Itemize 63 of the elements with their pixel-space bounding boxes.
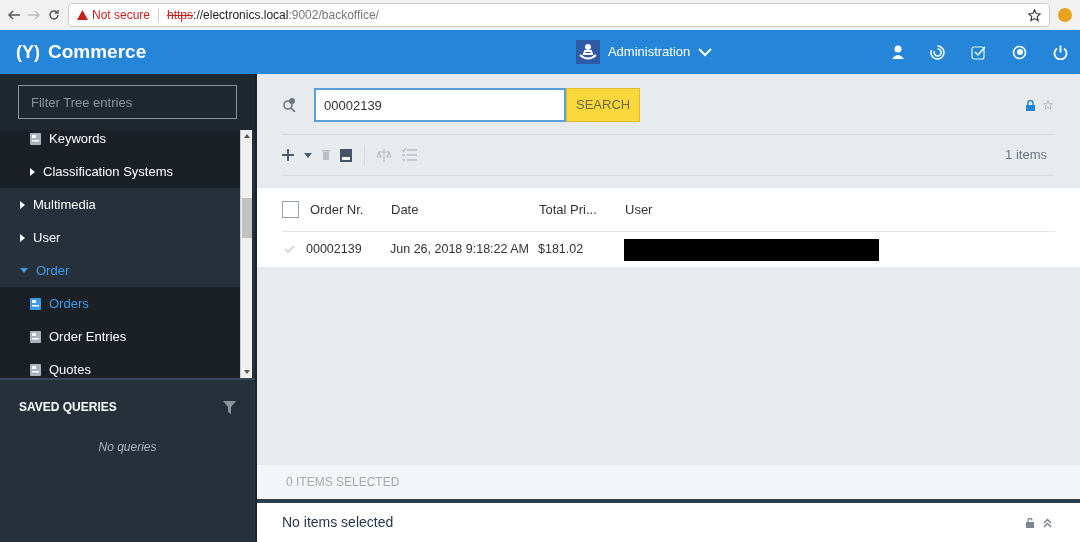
power-icon[interactable]: [1053, 44, 1068, 60]
scroll-up-icon[interactable]: [243, 134, 250, 138]
column-header[interactable]: Total Pri...: [539, 199, 625, 220]
column-header[interactable]: Date: [391, 199, 539, 220]
tree-item[interactable]: Keywords: [0, 130, 240, 155]
caret-right-icon: [20, 233, 25, 242]
chevron-down-icon: [698, 47, 713, 57]
app-title: Commerce: [48, 39, 147, 64]
address-bar[interactable]: Not secure https://electronics.local:9002/backoffice/: [68, 3, 1050, 27]
scroll-thumb[interactable]: [241, 198, 252, 238]
caret-right-icon: [30, 167, 35, 176]
type-icon: [30, 132, 41, 145]
detail-title: No items selected: [282, 513, 394, 532]
column-header[interactable]: User: [625, 199, 745, 220]
url-text: https://electronics.local:9002/backoffice/: [167, 7, 379, 24]
selection-count: 0 ITEMS SELECTED: [286, 474, 400, 491]
column-header[interactable]: Order Nr.: [310, 199, 391, 220]
table-cell-text: Jun 26, 2018 9:18:22 AM: [390, 241, 530, 259]
checklist-icon[interactable]: [401, 148, 417, 162]
scrollbar[interactable]: [240, 130, 252, 378]
tree-item[interactable]: Order Entries: [0, 320, 240, 353]
search-icon[interactable]: [282, 98, 296, 112]
checkbox-icon[interactable]: [971, 44, 986, 60]
user-icon[interactable]: [892, 45, 904, 59]
tree-item[interactable]: Orders: [0, 287, 240, 320]
tree-item[interactable]: Quotes: [0, 353, 240, 378]
reload-icon[interactable]: [48, 9, 60, 21]
csv-export-icon[interactable]: [340, 148, 352, 162]
type-icon: [30, 363, 41, 376]
logo-mark: (Y): [16, 40, 40, 64]
item-count: 1 items: [1005, 146, 1047, 165]
search-field[interactable]: 00002139: [314, 88, 566, 122]
type-icon: [30, 297, 41, 310]
caret-right-icon: [20, 200, 25, 209]
caret-down-icon[interactable]: [304, 152, 312, 158]
spiral-icon[interactable]: [930, 44, 945, 60]
lock-icon[interactable]: [1026, 99, 1035, 111]
tree-item[interactable]: Classification Systems: [0, 155, 240, 188]
select-all-checkbox[interactable]: [282, 201, 299, 218]
filter-icon[interactable]: [223, 400, 236, 414]
security-label: Not secure: [92, 7, 151, 24]
perspective-dropdown[interactable]: Administration: [607, 42, 713, 62]
bookmark-star-icon[interactable]: [1028, 8, 1041, 22]
filter-field[interactable]: Filter Tree entries: [18, 85, 237, 119]
tree-item[interactable]: Multimedia: [0, 188, 240, 221]
warning-icon: [77, 10, 88, 20]
saved-queries-title: SAVED QUERIES: [19, 399, 117, 416]
search-button[interactable]: SEARCH: [566, 88, 641, 122]
plus-icon[interactable]: [282, 149, 294, 161]
back-icon[interactable]: [8, 10, 20, 20]
star-icon[interactable]: [1043, 100, 1053, 110]
empty-message: No queries: [98, 439, 157, 456]
scroll-down-icon[interactable]: [243, 370, 250, 374]
tree-item[interactable]: User: [0, 221, 240, 254]
type-icon: [30, 330, 41, 343]
unlock-icon[interactable]: [1026, 517, 1034, 528]
row-check-icon[interactable]: [284, 245, 295, 254]
caret-down-icon: [20, 268, 28, 273]
table-cell-text: 00002139: [306, 241, 363, 259]
perspective-icon: [575, 40, 600, 64]
tree-item[interactable]: Order: [0, 254, 240, 287]
double-chevron-up-icon[interactable]: [1043, 517, 1052, 528]
table-cell-text: $181.02: [538, 241, 585, 259]
